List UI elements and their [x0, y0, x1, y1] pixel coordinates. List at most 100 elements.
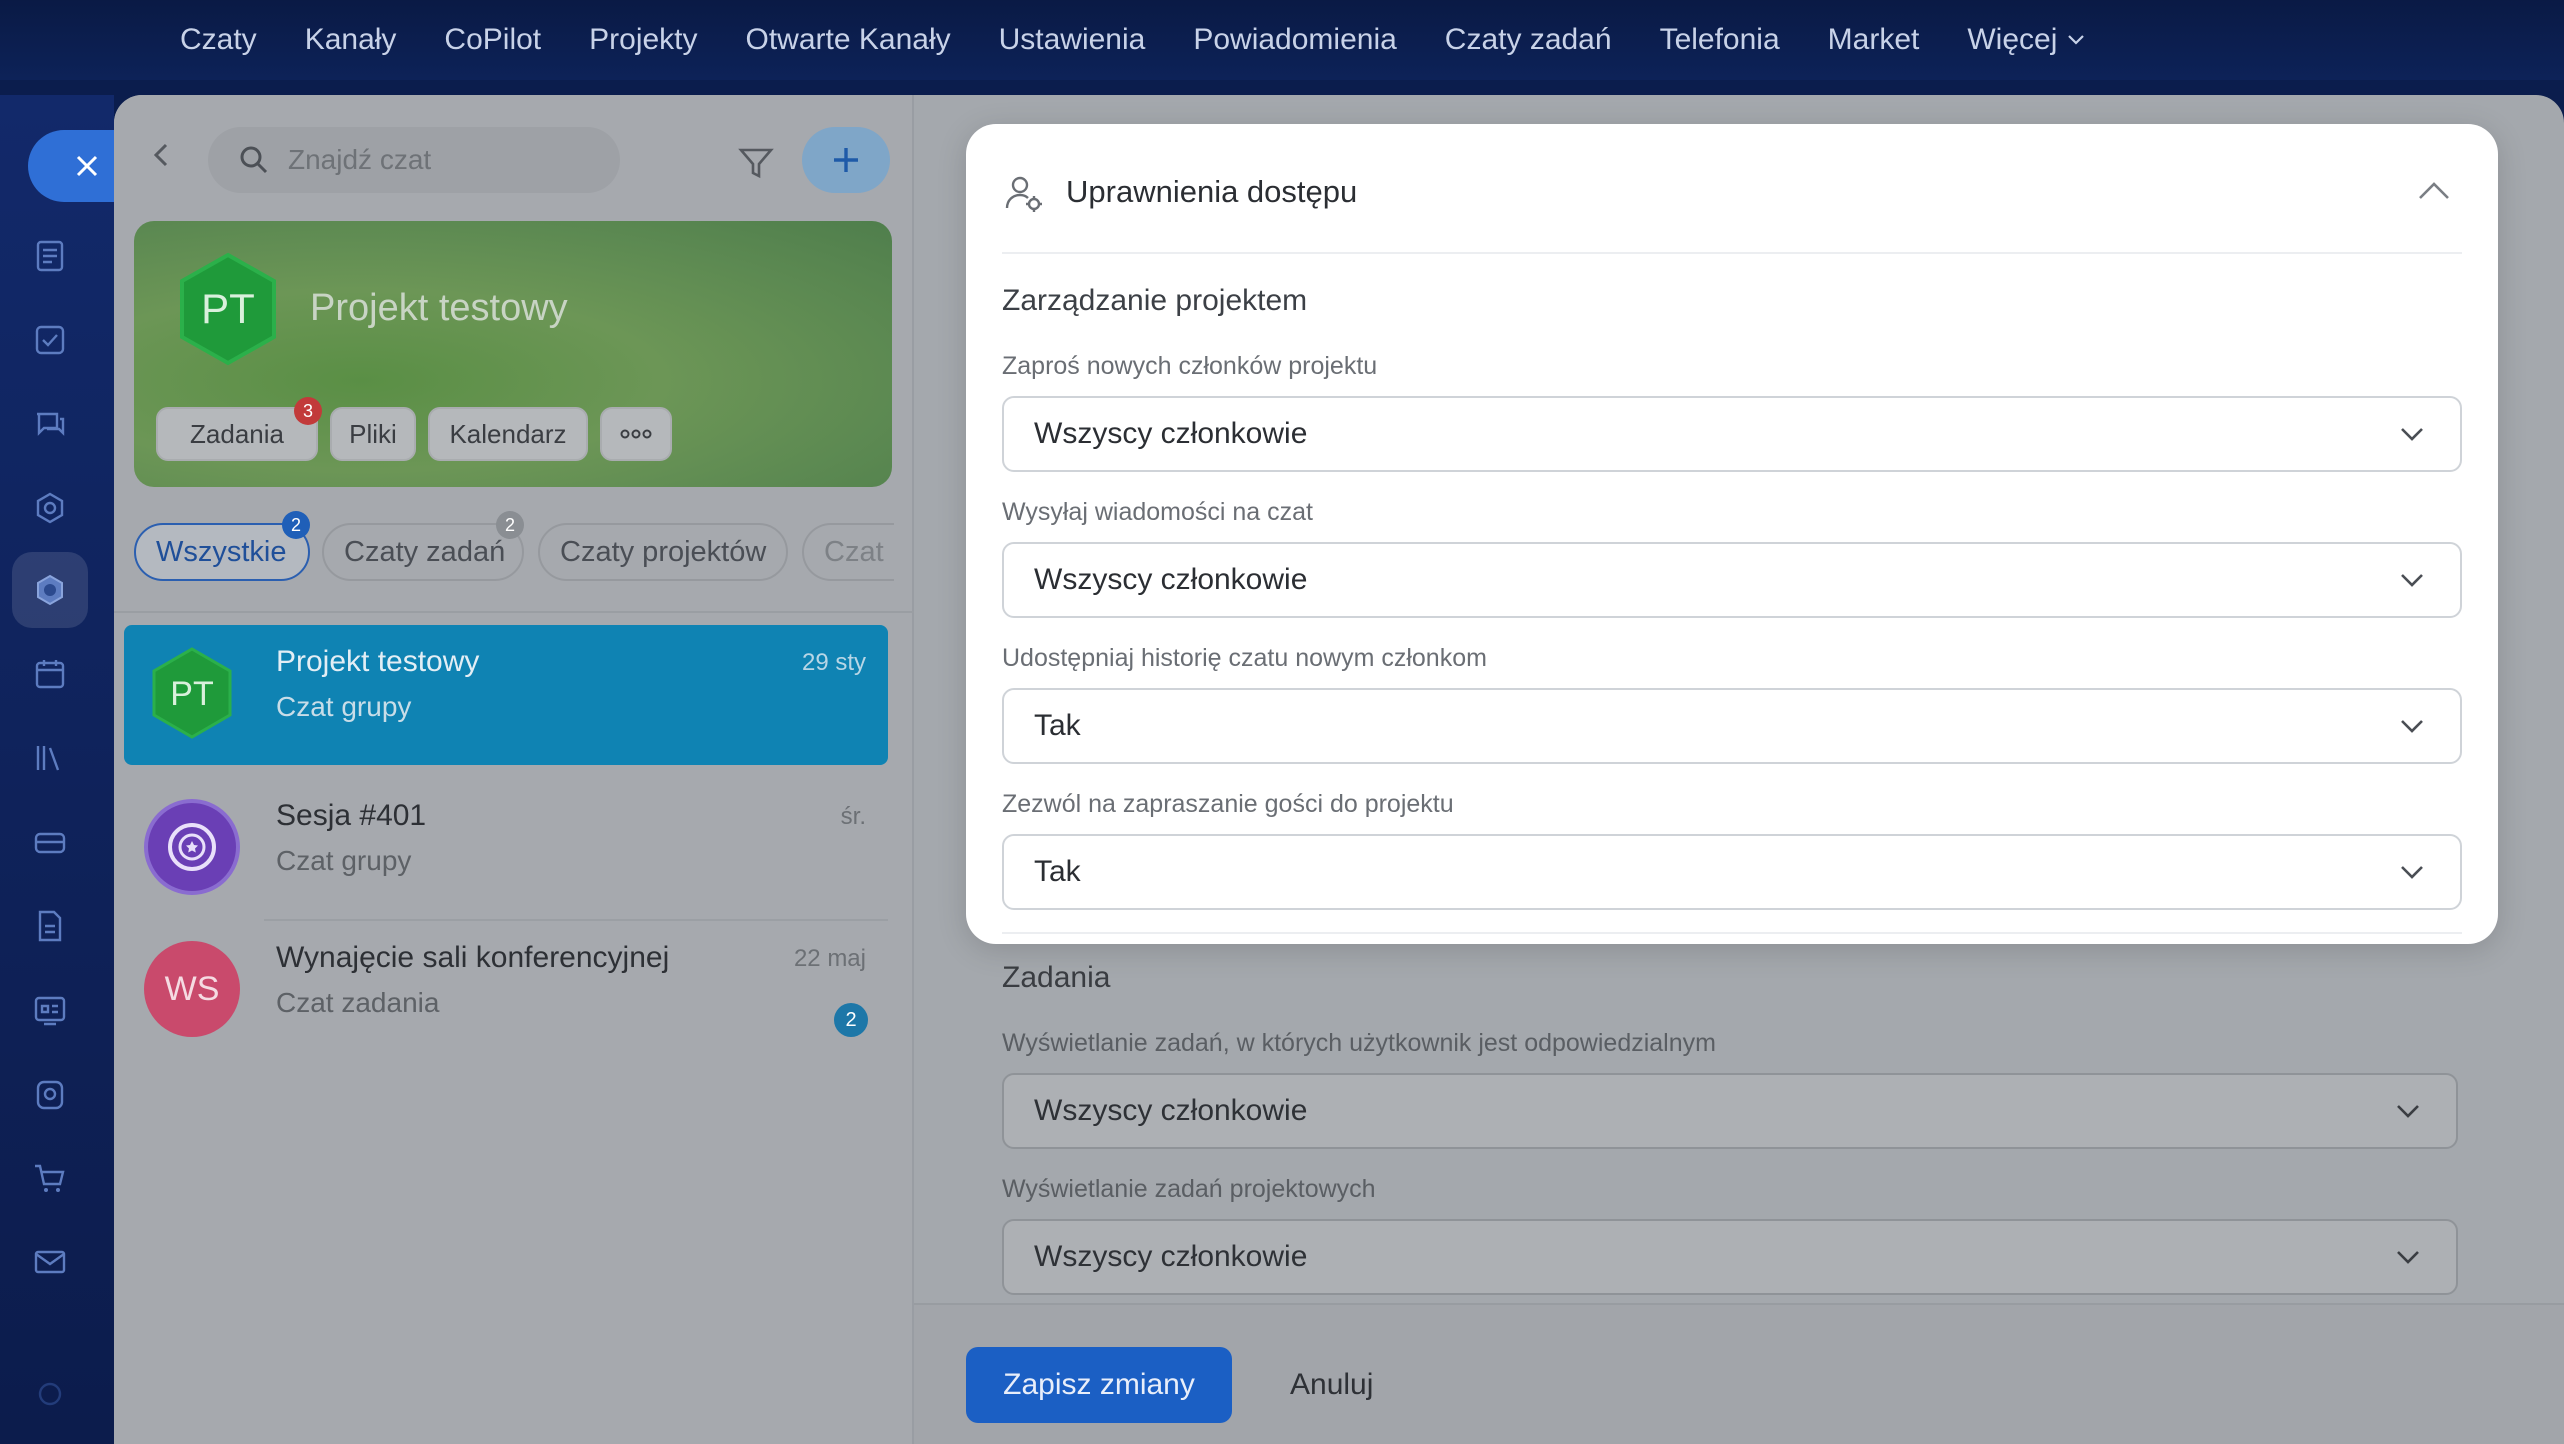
chat-name: Sesja #401: [276, 799, 427, 832]
nav-item-projekty[interactable]: Projekty: [589, 23, 697, 57]
filter-label: Wszystkie: [156, 535, 287, 568]
invite-members-select[interactable]: Wszyscy członkowie: [1002, 396, 2462, 472]
chat-avatar: WS: [144, 941, 240, 1037]
back-button[interactable]: [144, 137, 180, 173]
save-button[interactable]: Zapisz zmiany: [966, 1347, 1232, 1423]
filter-label: Czat: [824, 535, 884, 568]
filter-label: Czaty zadań: [344, 535, 506, 568]
nav-item-market[interactable]: Market: [1828, 23, 1920, 57]
close-icon: [76, 155, 98, 177]
select-value: Wszyscy członkowie: [1034, 417, 1308, 450]
chip-label: Pliki: [349, 418, 397, 449]
select-value: Tak: [1034, 855, 1081, 888]
chat-filters: Wszystkie 2 Czaty zadań 2 Czaty projektó…: [134, 511, 894, 583]
select-value: Tak: [1034, 709, 1081, 742]
chevron-down-icon: [2401, 574, 2423, 587]
mail-icon[interactable]: [30, 1242, 70, 1282]
plus-icon: [834, 148, 858, 172]
section-title: Zarządzanie projektem: [1002, 284, 1308, 317]
field-label: Udostępniaj historię czatu nowym członko…: [1002, 644, 1487, 672]
send-messages-select[interactable]: Wszyscy członkowie: [1002, 542, 2462, 618]
card-header[interactable]: Uprawnienia dostępu: [1002, 124, 2462, 254]
field-label: Wysyłaj wiadomości na czat: [1002, 498, 1313, 526]
session-avatar: [144, 799, 240, 895]
chat-subtitle: Czat zadania: [276, 987, 440, 1018]
field-label: Wyświetlanie zadań projektowych: [1002, 1175, 1376, 1203]
chevron-down-icon: [2068, 35, 2085, 45]
field-label: Zezwól na zapraszanie gości do projektu: [1002, 790, 1454, 818]
nav-item-otwarte-kanaly[interactable]: Otwarte Kanały: [746, 23, 951, 57]
chat-date: 29 sty: [801, 649, 866, 676]
top-navigation: Czaty Kanały CoPilot Projekty Otwarte Ka…: [0, 0, 2564, 80]
chat-date: 22 maj: [793, 945, 866, 972]
unread-counter: 2: [834, 1003, 868, 1037]
invite-guests-select[interactable]: Tak: [1002, 834, 2462, 910]
more-options-button[interactable]: [600, 407, 672, 461]
chat-avatar-initials: PT: [170, 675, 213, 713]
nav-item-czaty-zadan[interactable]: Czaty zadań: [1445, 23, 1612, 57]
notification-badge: 3: [294, 397, 322, 425]
cancel-button[interactable]: Anuluj: [1290, 1347, 1373, 1423]
chip-pliki[interactable]: Pliki: [330, 407, 416, 461]
nav-item-powiadomienia[interactable]: Powiadomienia: [1193, 23, 1396, 57]
field-label: Zaproś nowych członków projektu: [1002, 352, 1378, 380]
chat-date: śr.: [840, 803, 866, 830]
add-chat-button[interactable]: [802, 127, 890, 193]
chat-subtitle: Czat grupy: [276, 845, 412, 876]
tasks-icon[interactable]: [30, 320, 70, 360]
chat-subtitle: Czat grupy: [276, 691, 412, 722]
calendar-icon[interactable]: [30, 654, 70, 694]
feed-icon[interactable]: [30, 236, 70, 276]
chevron-down-icon: [2397, 1105, 2419, 1118]
chip-zadania[interactable]: Zadania 3: [156, 397, 322, 461]
divider: [1002, 932, 2462, 934]
projects-icon[interactable]: [30, 570, 70, 610]
tasks-section-title: Zadania: [1002, 961, 1111, 994]
chip-label: Zadania: [190, 418, 284, 449]
search-input[interactable]: [288, 144, 608, 176]
filter-czaty-projektow[interactable]: Czaty projektów: [538, 523, 788, 581]
settings-icon[interactable]: [30, 1374, 70, 1414]
divider: [114, 611, 914, 613]
form-footer: Zapisz zmiany Anuluj: [914, 1303, 2564, 1444]
crm-icon[interactable]: [30, 822, 70, 862]
chevron-up-icon[interactable]: [2416, 176, 2452, 202]
select-value: Wszyscy członkowie: [1034, 1240, 1308, 1273]
nav-item-czaty[interactable]: Czaty: [180, 23, 257, 57]
select-value: Wszyscy członkowie: [1034, 1094, 1308, 1127]
chevron-left-icon: [153, 143, 168, 167]
nav-item-more[interactable]: Więcej: [1967, 23, 2085, 57]
chip-kalendarz[interactable]: Kalendarz: [428, 407, 588, 461]
chat-list-item[interactable]: Sesja #401 Czat grupy śr.: [124, 779, 888, 919]
more-dots-icon: [620, 429, 652, 439]
shop-icon[interactable]: [30, 1158, 70, 1198]
nav-item-kanaly[interactable]: Kanały: [305, 23, 397, 57]
chat-list-item[interactable]: WS Wynajęcie sali konferencyjnej Czat za…: [124, 921, 888, 1061]
knowledge-base-icon[interactable]: [30, 738, 70, 778]
documents-icon[interactable]: [30, 906, 70, 946]
select-value: Wszyscy członkowie: [1034, 563, 1308, 596]
chats-icon[interactable]: [30, 404, 70, 444]
chat-name: Projekt testowy: [276, 645, 480, 678]
chevron-down-icon: [2397, 1251, 2419, 1264]
filter-label: Czaty projektów: [560, 535, 767, 568]
field-label: Wyświetlanie zadań, w których użytkownik…: [1002, 1029, 1716, 1057]
project-tasks-select[interactable]: Wszyscy członkowie: [1002, 1219, 2458, 1295]
filter-czaty-zadan[interactable]: Czaty zadań: [322, 523, 524, 581]
filter-czat[interactable]: Czat: [802, 523, 894, 581]
sites-icon[interactable]: [30, 990, 70, 1030]
copilot-icon[interactable]: [30, 488, 70, 528]
filter-button[interactable]: [736, 143, 776, 183]
nav-item-ustawienia[interactable]: Ustawienia: [999, 23, 1146, 57]
chat-name: Wynajęcie sali konferencyjnej: [276, 941, 670, 974]
hr-icon[interactable]: [30, 1074, 70, 1114]
share-history-select[interactable]: Tak: [1002, 688, 2462, 764]
nav-item-copilot[interactable]: CoPilot: [444, 23, 541, 57]
project-title: Projekt testowy: [310, 287, 568, 329]
chevron-down-icon: [2401, 866, 2423, 879]
chat-sidebar: PT Projekt testowy Zadania 3 Pliki Kalen…: [114, 95, 914, 1444]
nav-item-telefonia[interactable]: Telefonia: [1660, 23, 1780, 57]
task-visibility-select[interactable]: Wszyscy członkowie: [1002, 1073, 2458, 1149]
chat-list-item[interactable]: PT Projekt testowy Czat grupy 29 sty: [124, 625, 888, 765]
chevron-down-icon: [2401, 428, 2423, 441]
